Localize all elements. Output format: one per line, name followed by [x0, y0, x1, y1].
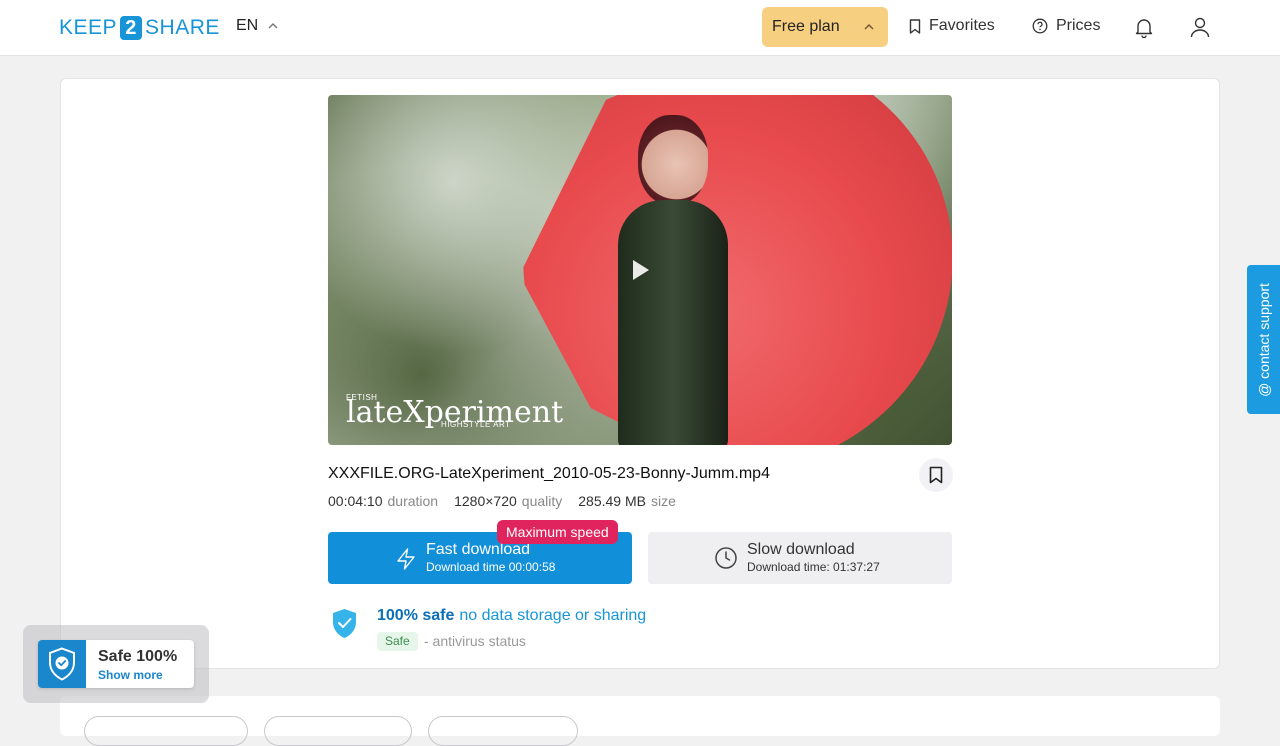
- add-to-favorites-button[interactable]: [919, 458, 953, 492]
- figure-head: [638, 115, 708, 205]
- safety-strong: 100% safe: [377, 607, 455, 624]
- duration-value: 00:04:10: [328, 493, 383, 509]
- language-label: EN: [236, 17, 259, 34]
- safe-widget-title: Safe 100%: [98, 648, 178, 665]
- show-more-link[interactable]: Show more: [98, 668, 163, 682]
- size-value: 285.49 MB: [578, 493, 646, 509]
- video-figure: [618, 115, 728, 445]
- watermark-sub: HIGHSTYLE ART: [441, 420, 511, 429]
- safety-statement: 100% safe no data storage or sharing: [377, 607, 646, 625]
- free-plan-label: Free plan: [772, 18, 840, 35]
- top-header: KEEP 2 SHARE EN Free plan Favorites Pric…: [0, 0, 1280, 56]
- logo-text-share: SHARE: [145, 16, 220, 39]
- notifications-button[interactable]: [1133, 16, 1155, 43]
- prices-label: Prices: [1056, 17, 1101, 34]
- language-selector[interactable]: EN: [236, 17, 278, 35]
- quality-value: 1280×720: [454, 493, 517, 509]
- favorites-label: Favorites: [929, 17, 995, 34]
- maximum-speed-badge: Maximum speed: [497, 520, 618, 544]
- chevron-up-icon: [864, 24, 874, 30]
- bookmark-icon: [929, 466, 943, 484]
- logo-text-2: 2: [120, 16, 143, 40]
- bottom-pill-1[interactable]: [84, 716, 248, 746]
- safe-widget-icon-box: [38, 640, 86, 688]
- bottom-card: [60, 696, 1220, 746]
- question-circle-icon: [1032, 18, 1048, 34]
- safe-100-widget[interactable]: Safe 100% Show more: [38, 640, 194, 688]
- fast-download-time: Download time 00:00:58: [426, 560, 556, 574]
- video-preview[interactable]: FETISH lateXperiment HIGHSTYLE ART: [328, 95, 952, 445]
- chevron-up-icon: [268, 23, 278, 29]
- contact-support-label: @ contact support: [1255, 282, 1272, 397]
- bottom-pill-2[interactable]: [264, 716, 412, 746]
- bookmark-icon: [909, 18, 921, 34]
- quality-label: quality: [521, 493, 563, 509]
- favorites-link[interactable]: Favorites: [909, 17, 995, 35]
- file-name: XXXFILE.ORG-LateXperiment_2010-05-23-Bon…: [328, 465, 770, 482]
- slow-download-title: Slow download: [747, 541, 855, 558]
- contact-support-tab[interactable]: @ contact support: [1247, 265, 1280, 414]
- prices-link[interactable]: Prices: [1032, 17, 1100, 35]
- file-meta: 00:04:10 duration 1280×720 quality 285.4…: [328, 493, 692, 509]
- free-plan-button[interactable]: Free plan: [762, 7, 888, 47]
- clock-icon: [715, 547, 737, 569]
- antivirus-safe-badge: Safe: [377, 632, 418, 651]
- antivirus-status-label: - antivirus status: [424, 633, 526, 649]
- play-icon[interactable]: [633, 260, 649, 280]
- bottom-pill-3[interactable]: [428, 716, 578, 746]
- logo-text-keep: KEEP: [59, 16, 118, 39]
- user-icon: [1190, 17, 1210, 38]
- safety-rest: no data storage or sharing: [459, 607, 647, 624]
- slow-download-button[interactable]: Slow download Download time: 01:37:27: [648, 532, 952, 584]
- figure-body: [618, 200, 728, 445]
- user-profile-button[interactable]: [1189, 16, 1211, 43]
- bell-icon: [1135, 19, 1153, 39]
- size-label: size: [650, 493, 676, 509]
- shield-check-icon: [49, 647, 75, 681]
- shield-check-icon: [333, 609, 356, 638]
- lightning-icon: [397, 548, 415, 570]
- duration-label: duration: [387, 493, 439, 509]
- keep2share-logo[interactable]: KEEP 2 SHARE: [59, 14, 220, 42]
- slow-download-time: Download time: 01:37:27: [747, 560, 880, 574]
